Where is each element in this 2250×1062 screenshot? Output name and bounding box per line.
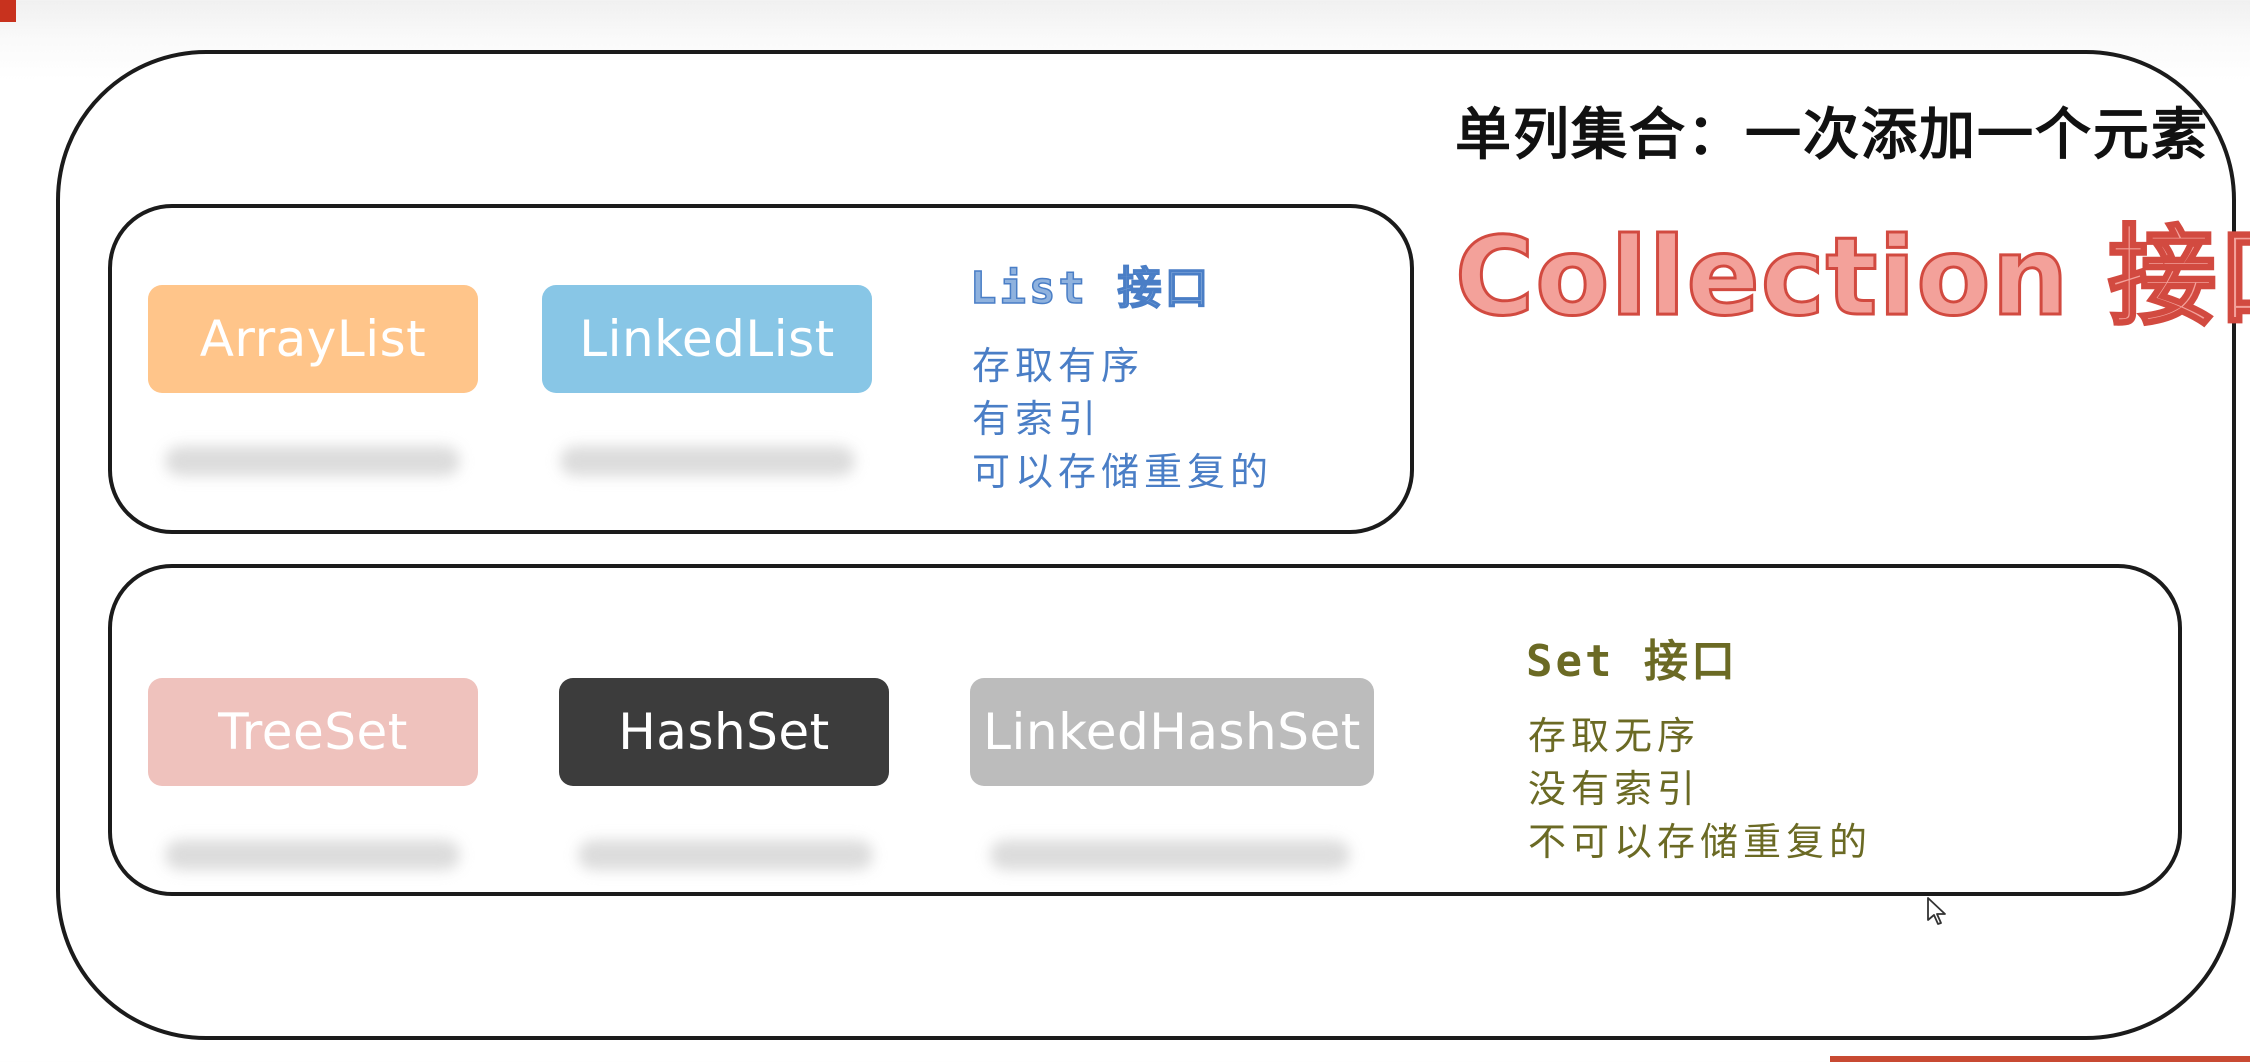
list-feature-item: 可以存储重复的 — [972, 450, 1274, 494]
mouse-pointer-icon — [1927, 897, 1946, 925]
set-feature-item: 没有索引 — [1528, 767, 1701, 811]
list-interface-title: List 接口 — [969, 262, 1212, 315]
list-feature-item: 存取有序 — [972, 344, 1145, 388]
set-feature-item: 不可以存储重复的 — [1528, 820, 1873, 864]
linkedhashset-shadow — [990, 840, 1350, 870]
list-feature-item: 有索引 — [972, 397, 1102, 441]
linkedhashset-node: LinkedHashSet — [970, 678, 1374, 786]
set-interface-title: Set 接口 — [1526, 636, 1738, 687]
linkedlist-node: LinkedList — [542, 285, 872, 393]
set-features: 存取无序 没有索引 不可以存储重复的 — [1528, 710, 1872, 869]
arraylist-shadow — [165, 446, 460, 476]
linkedlist-shadow — [560, 446, 855, 476]
arraylist-node: ArrayList — [148, 285, 478, 393]
collection-interface-label: Collection 接口 — [1454, 214, 2250, 342]
corner-marker — [0, 0, 16, 22]
treeset-shadow — [165, 840, 460, 870]
treeset-node: TreeSet — [148, 678, 478, 786]
hashset-shadow — [578, 840, 873, 870]
bottom-accent-bar — [1830, 1056, 2250, 1062]
diagram-title: 单列集合：一次添加一个元素 — [1455, 103, 2209, 168]
hashset-node: HashSet — [559, 678, 889, 786]
set-feature-item: 存取无序 — [1528, 714, 1701, 758]
list-features: 存取有序 有索引 可以存储重复的 — [972, 340, 1273, 499]
